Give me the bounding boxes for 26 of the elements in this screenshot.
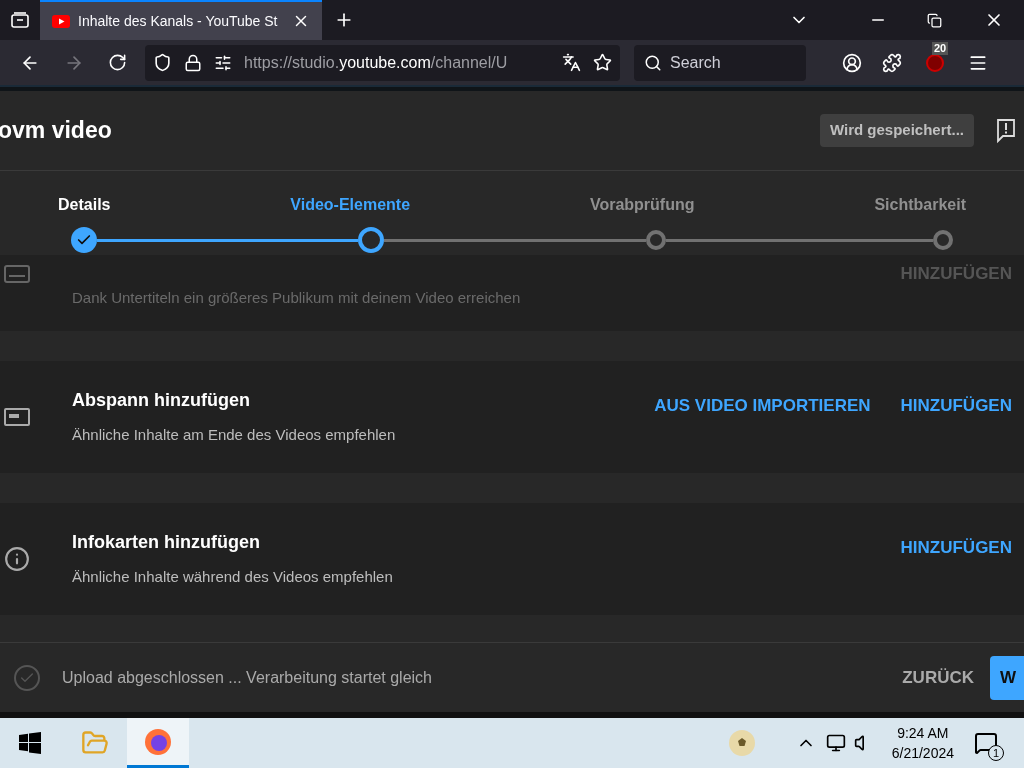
step-label[interactable]: Vorabprüfung [589, 193, 695, 217]
save-status: Wird gespeichert... [819, 114, 974, 147]
row-description: Ähnliche Inhalte während des Videos empfehlen [72, 567, 394, 588]
tab-title: Inhalte des Kanals - YouTube St [78, 11, 279, 31]
row-description: Ähnliche Inhalte am Ende des Videos empfehlen [72, 425, 397, 446]
row-action-link[interactable]: HINZUFÜGEN [900, 535, 1012, 561]
row-title: Infokarten hinzufügen [72, 531, 261, 555]
search-placeholder: Search [670, 52, 721, 73]
url-text: https://studio.youtube.com/channel/U [244, 52, 509, 73]
row-description: Dank Untertiteln ein größeres Publikum mit deinem Video erreichen [72, 288, 522, 308]
clock-time: 9:24 AM [897, 724, 949, 743]
next-button[interactable]: W [990, 655, 1024, 700]
row-action-link[interactable]: AUS VIDEO IMPORTIEREN [654, 393, 871, 419]
address-bar[interactable]: https://studio.youtube.com/channel/U [145, 44, 620, 81]
extension-badge: 20 [932, 41, 949, 55]
row-action-link[interactable]: HINZUFÜGEN [900, 393, 1012, 419]
step-label[interactable]: Details [58, 193, 111, 217]
clock-date: 6/21/2024 [891, 744, 954, 763]
row-title: Abspann hinzufügen [72, 389, 251, 413]
step-label[interactable]: Sichtbarkeit [874, 193, 966, 217]
notification-count: 1 [988, 745, 1004, 761]
step-label[interactable]: Video-Elemente [290, 193, 411, 217]
footer-status: Upload abgeschlossen ... Verarbeitung startet gleich [62, 667, 433, 688]
browser-tab[interactable]: Inhalte des Kanals - YouTube St [40, 0, 322, 40]
search-field[interactable]: Search [634, 44, 806, 81]
back-button[interactable]: ZURÜCK [902, 664, 974, 691]
